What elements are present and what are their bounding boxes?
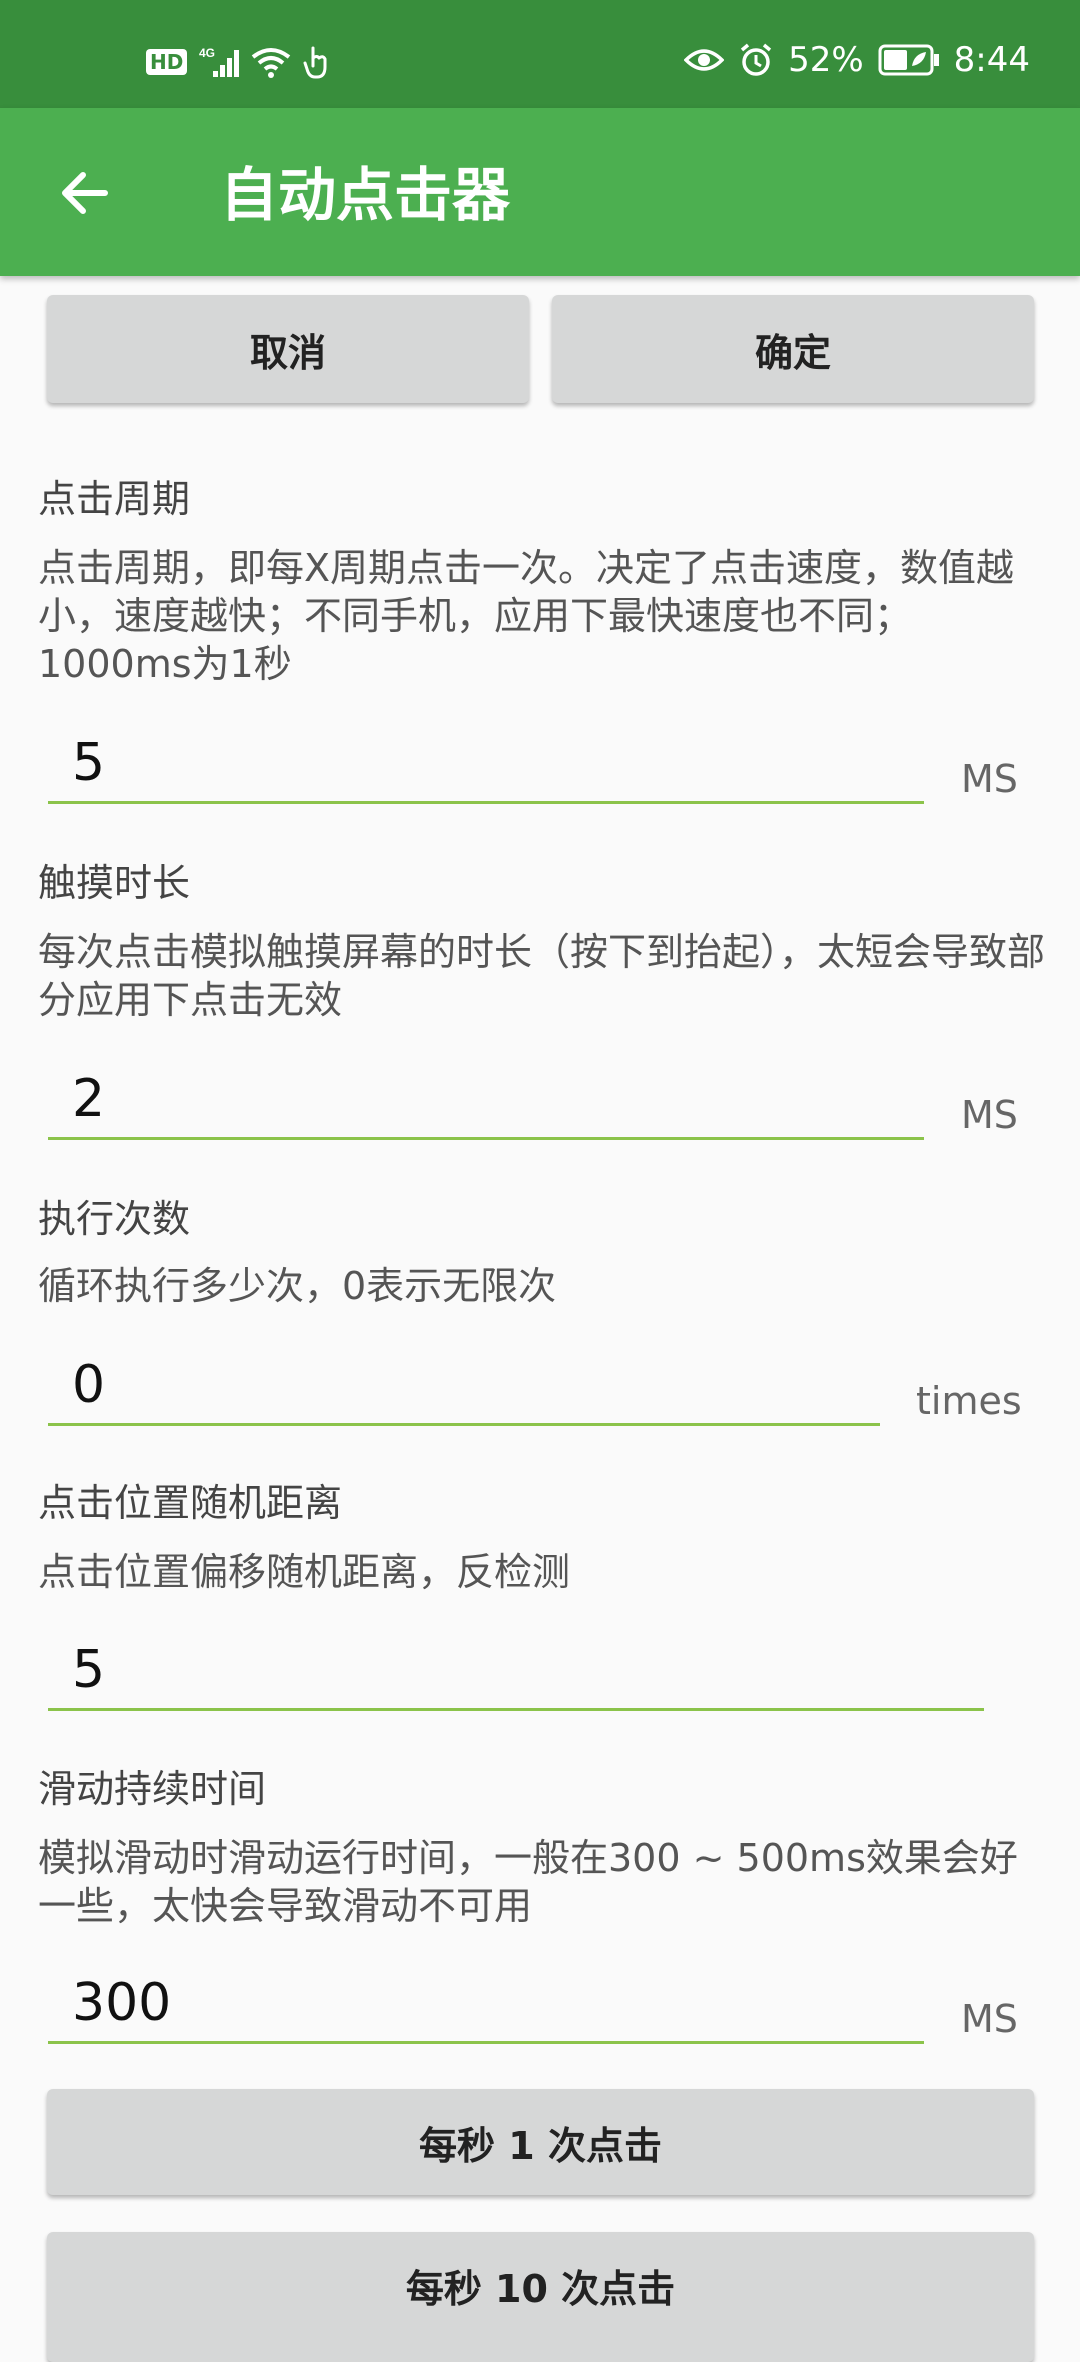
swipe-duration-title: 滑动持续时间 (38, 1767, 267, 1811)
touch-duration-title: 触摸时长 (38, 861, 191, 905)
wifi-icon (251, 45, 291, 79)
click-period-unit: MS (961, 757, 1018, 801)
app-bar: 自动点击器 (0, 108, 1080, 276)
execution-count-input[interactable]: 0 (48, 1350, 880, 1426)
alarm-icon (738, 42, 774, 78)
touch-duration-unit: MS (961, 1093, 1018, 1137)
signal-icon: 4G (199, 45, 240, 79)
swipe-duration-unit: MS (961, 1997, 1018, 2041)
status-bar: HD 4G 52% 8:44 (0, 0, 1080, 108)
random-offset-title: 点击位置随机距离 (38, 1481, 343, 1525)
random-offset-description: 点击位置偏移随机距离，反检测 (38, 1550, 571, 1594)
random-offset-input[interactable]: 5 (48, 1635, 984, 1711)
hd-icon: HD (146, 49, 188, 75)
back-arrow-icon[interactable] (50, 158, 120, 228)
execution-count-description: 循环执行多少次，0表示无限次 (38, 1264, 557, 1308)
execution-count-unit: times (916, 1379, 1022, 1423)
confirm-button[interactable]: 确定 (552, 295, 1034, 403)
battery-icon (878, 44, 940, 76)
clock: 8:44 (953, 40, 1030, 80)
swipe-duration-input[interactable]: 300 (48, 1968, 924, 2044)
battery-percent: 52% (788, 40, 864, 80)
touch-icon (303, 44, 331, 80)
preset-1-per-second-button[interactable]: 每秒 1 次点击 (47, 2089, 1034, 2195)
eye-icon (684, 46, 725, 74)
touch-duration-description: 每次点击模拟触摸屏幕的时长（按下到抬起），太短会导致部分应用下点击无效 (38, 930, 1046, 1022)
network-type-label: 4G (199, 46, 215, 60)
cancel-button[interactable]: 取消 (47, 295, 529, 403)
click-period-title: 点击周期 (38, 477, 191, 521)
click-period-description: 点击周期，即每X周期点击一次。决定了点击速度，数值越小，速度越快；不同手机，应用… (38, 546, 1015, 686)
swipe-duration-description: 模拟滑动时滑动运行时间，一般在300 ~ 500ms效果会好一些，太快会导致滑动… (38, 1836, 1018, 1928)
page-title: 自动点击器 (220, 161, 511, 229)
preset-10-per-second-button[interactable]: 每秒 10 次点击 (47, 2232, 1034, 2362)
touch-duration-input[interactable]: 2 (48, 1064, 924, 1140)
execution-count-title: 执行次数 (38, 1197, 191, 1241)
click-period-input[interactable]: 5 (48, 728, 924, 804)
